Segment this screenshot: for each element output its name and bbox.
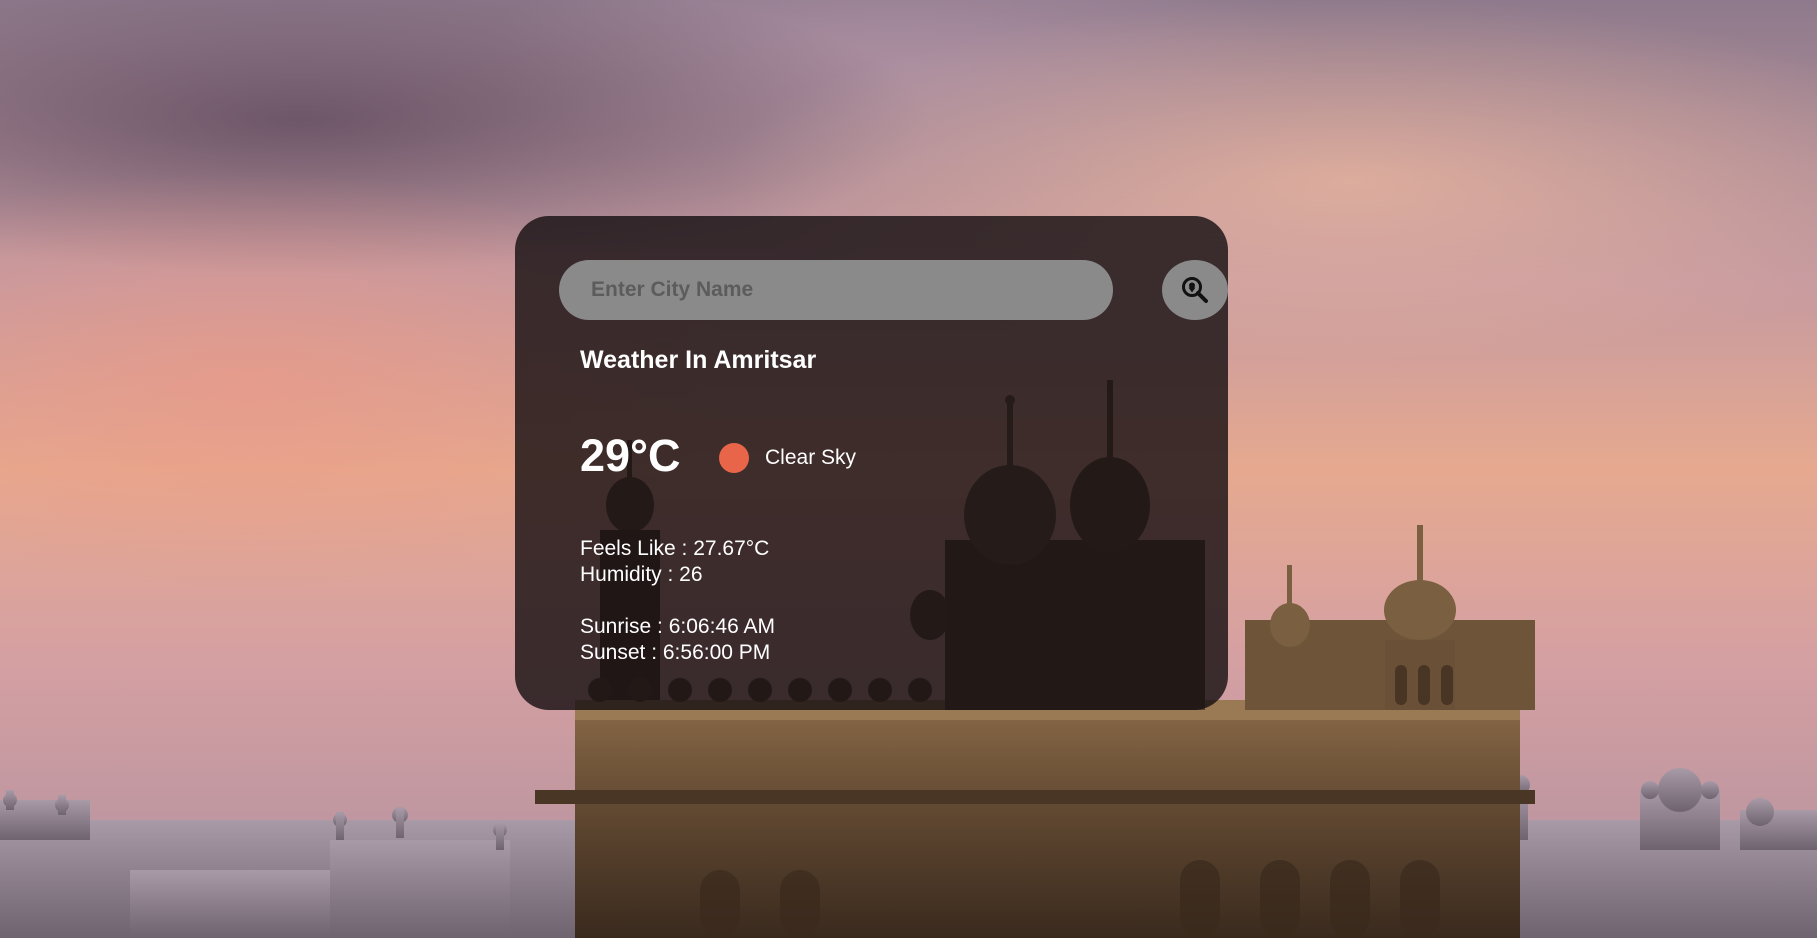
weather-card: Weather In Amritsar 29°C Clear Sky Feels… [515,216,1228,710]
clear-sky-icon [719,443,749,473]
search-button[interactable] [1162,260,1228,320]
temperature: 29°C [580,430,681,481]
right-buildings [1500,768,1817,938]
humidity: Humidity : 26 [580,563,703,586]
weather-condition: Clear Sky [719,441,856,475]
weather-details: Feels Like : 27.67°C Humidity : 26 Sunri… [580,536,775,666]
city-search-input[interactable] [559,260,1113,320]
sunset: Sunset : 6:56:00 PM [580,641,771,664]
left-buildings [0,790,580,938]
sunrise: Sunrise : 6:06:46 AM [580,615,775,638]
search-bar [559,260,1228,320]
location-title: Weather In Amritsar [580,346,817,374]
condition-label: Clear Sky [765,446,857,469]
location-search-icon [1182,277,1208,303]
feels-like: Feels Like : 27.67°C [580,537,770,560]
